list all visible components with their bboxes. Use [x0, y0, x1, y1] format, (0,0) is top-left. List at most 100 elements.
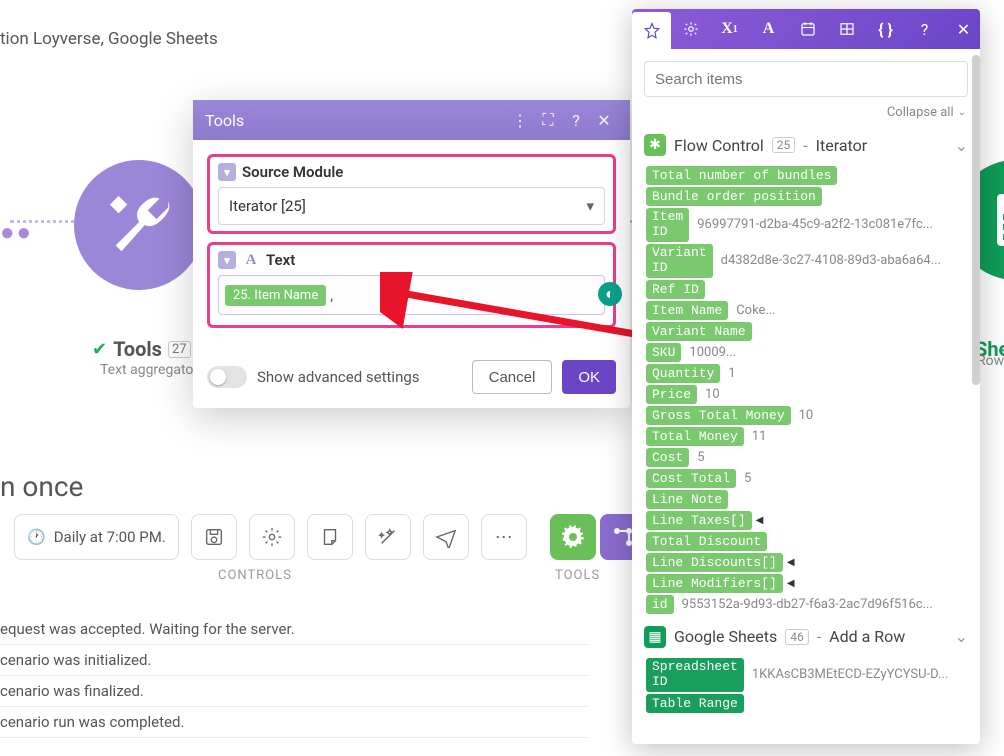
run-once-heading-tail: n once: [0, 470, 83, 503]
variable-key[interactable]: SKU: [646, 343, 681, 362]
cancel-button[interactable]: Cancel: [472, 360, 553, 394]
close-icon[interactable]: ✕: [590, 111, 618, 130]
tab-settings[interactable]: [671, 9, 710, 49]
variable-row[interactable]: Quantity 1: [646, 364, 968, 383]
control-more-button[interactable]: ⋯: [481, 514, 527, 560]
variable-row[interactable]: Line Taxes[] ◀: [646, 511, 968, 530]
control-save-button[interactable]: [191, 514, 237, 560]
variable-key[interactable]: Gross Total Money: [646, 406, 791, 425]
variable-row[interactable]: Ref ID: [646, 280, 968, 299]
variable-row[interactable]: Total Discount: [646, 532, 968, 551]
help-icon[interactable]: ?: [562, 111, 590, 130]
variable-row[interactable]: id9553152a-9d93-db27-f6a3-2ac7d96f516c..…: [646, 595, 968, 614]
ok-button[interactable]: OK: [562, 360, 616, 394]
variable-key[interactable]: Quantity: [646, 364, 720, 383]
variable-row[interactable]: SpreadsheetID1KKAsCB3MEtECD-EZyYCYSU-D..…: [646, 658, 968, 692]
group-flow-control-header[interactable]: ✱ Flow Control 25 - Iterator ⌄: [644, 130, 968, 166]
collapse-left-icon[interactable]: ◀: [756, 515, 764, 526]
gear-icon: [682, 20, 700, 38]
gs-node-subtitle: Row: [977, 353, 1004, 369]
panel-scrollbar[interactable]: [972, 55, 980, 385]
variable-row[interactable]: Total Money11: [646, 427, 968, 446]
variable-row[interactable]: Line Note: [646, 490, 968, 509]
variable-row[interactable]: ItemID96997791-d2ba-45c9-a2f2-13c081e7fc…: [646, 208, 968, 242]
tools-module-node[interactable]: [74, 160, 204, 290]
variable-value: Coke...: [736, 303, 968, 318]
left-connector-dots: ●●: [0, 218, 33, 247]
field-suggestions-icon[interactable]: ◐: [598, 282, 622, 306]
tab-json[interactable]: { }: [866, 9, 905, 49]
group-google-sheets-items: SpreadsheetID1KKAsCB3MEtECD-EZyYCYSU-D..…: [646, 658, 968, 713]
variable-key[interactable]: Line Taxes[]: [646, 511, 752, 530]
dots-icon: ⋯: [495, 527, 513, 548]
text-field-input[interactable]: 25. Item Name , ◐: [218, 275, 605, 315]
tab-help[interactable]: ?: [905, 9, 944, 49]
variable-key[interactable]: Table Range: [646, 694, 744, 713]
collapse-toggle-icon[interactable]: ▾: [218, 163, 236, 181]
source-module-label: Source Module: [242, 163, 343, 181]
dialog-header[interactable]: Tools ⋮ ⛶ ? ✕: [193, 100, 630, 140]
variable-row[interactable]: SKU10009...: [646, 343, 968, 362]
variable-key[interactable]: Total Discount: [646, 532, 767, 551]
variable-row[interactable]: Variant Name: [646, 322, 968, 341]
collapse-toggle-icon[interactable]: ▾: [218, 251, 236, 269]
variable-row[interactable]: Total number of bundles: [646, 166, 968, 185]
variable-key[interactable]: Cost Total: [646, 469, 736, 488]
control-notes-button[interactable]: [307, 514, 353, 560]
variable-row[interactable]: Price10: [646, 385, 968, 404]
variable-row[interactable]: Gross Total Money 10: [646, 406, 968, 425]
tools-node-label: Tools: [113, 337, 162, 361]
log-row: cenario was finalized.: [0, 676, 590, 707]
panel-close-icon[interactable]: ✕: [944, 9, 983, 49]
mapped-token-item-name[interactable]: 25. Item Name: [225, 285, 326, 306]
variable-key[interactable]: Cost: [646, 448, 689, 467]
variable-key[interactable]: Variant Name: [646, 322, 752, 341]
control-explain-button[interactable]: [423, 514, 469, 560]
variable-key[interactable]: Line Note: [646, 490, 728, 509]
source-module-select[interactable]: Iterator [25] ▾: [218, 187, 605, 225]
collapse-all-button[interactable]: Collapse all ⌄: [644, 97, 968, 130]
variable-key[interactable]: Item Name: [646, 301, 728, 320]
control-settings-button[interactable]: [249, 514, 295, 560]
variable-key[interactable]: Total Money: [646, 427, 744, 446]
variable-row[interactable]: Item Name Coke...: [646, 301, 968, 320]
variable-key[interactable]: Price: [646, 385, 697, 404]
tab-variables[interactable]: X1: [710, 9, 749, 49]
variable-value: 10: [799, 408, 968, 423]
tools-gear-button[interactable]: [550, 514, 596, 560]
expand-icon[interactable]: ⛶: [534, 110, 562, 130]
variable-row[interactable]: Table Range: [646, 694, 968, 713]
source-module-value: Iterator [25]: [229, 197, 306, 215]
chevron-down-icon[interactable]: ⌄: [955, 627, 968, 646]
log-row: equest was accepted. Waiting for the ser…: [0, 614, 590, 645]
collapse-left-icon[interactable]: ◀: [787, 578, 795, 589]
variable-key[interactable]: VariantID: [646, 244, 713, 278]
search-input[interactable]: [644, 61, 968, 97]
advanced-toggle[interactable]: [207, 366, 247, 388]
control-autoalign-button[interactable]: [365, 514, 411, 560]
variable-row[interactable]: Bundle order position: [646, 187, 968, 206]
variable-key[interactable]: ItemID: [646, 208, 689, 242]
variable-value: 1: [728, 366, 968, 381]
variable-row[interactable]: VariantIDd4382d8e-3c27-4108-89d3-aba6a64…: [646, 244, 968, 278]
group-google-sheets-header[interactable]: ▦ Google Sheets 46 - Add a Row ⌄: [644, 622, 968, 658]
chevron-down-icon[interactable]: ⌄: [955, 136, 968, 155]
tab-date[interactable]: [788, 9, 827, 49]
variable-row[interactable]: Cost5: [646, 448, 968, 467]
variable-key[interactable]: Ref ID: [646, 280, 705, 299]
variable-key[interactable]: SpreadsheetID: [646, 658, 744, 692]
variable-key[interactable]: Line Discounts[]: [646, 553, 783, 572]
variable-key[interactable]: Bundle order position: [646, 187, 822, 206]
collapse-left-icon[interactable]: ◀: [787, 557, 795, 568]
tab-array[interactable]: [827, 9, 866, 49]
variable-row[interactable]: Cost Total5: [646, 469, 968, 488]
variable-row[interactable]: Line Discounts[] ◀: [646, 553, 968, 572]
variable-key[interactable]: id: [646, 595, 674, 614]
tab-text[interactable]: A: [749, 9, 788, 49]
schedule-button[interactable]: 🕐 Daily at 7:00 PM.: [14, 514, 179, 560]
dialog-more-icon[interactable]: ⋮: [506, 111, 534, 130]
variable-key[interactable]: Line Modifiers[]: [646, 574, 783, 593]
tab-star[interactable]: [632, 12, 671, 49]
variable-key[interactable]: Total number of bundles: [646, 166, 837, 185]
variable-row[interactable]: Line Modifiers[] ◀: [646, 574, 968, 593]
